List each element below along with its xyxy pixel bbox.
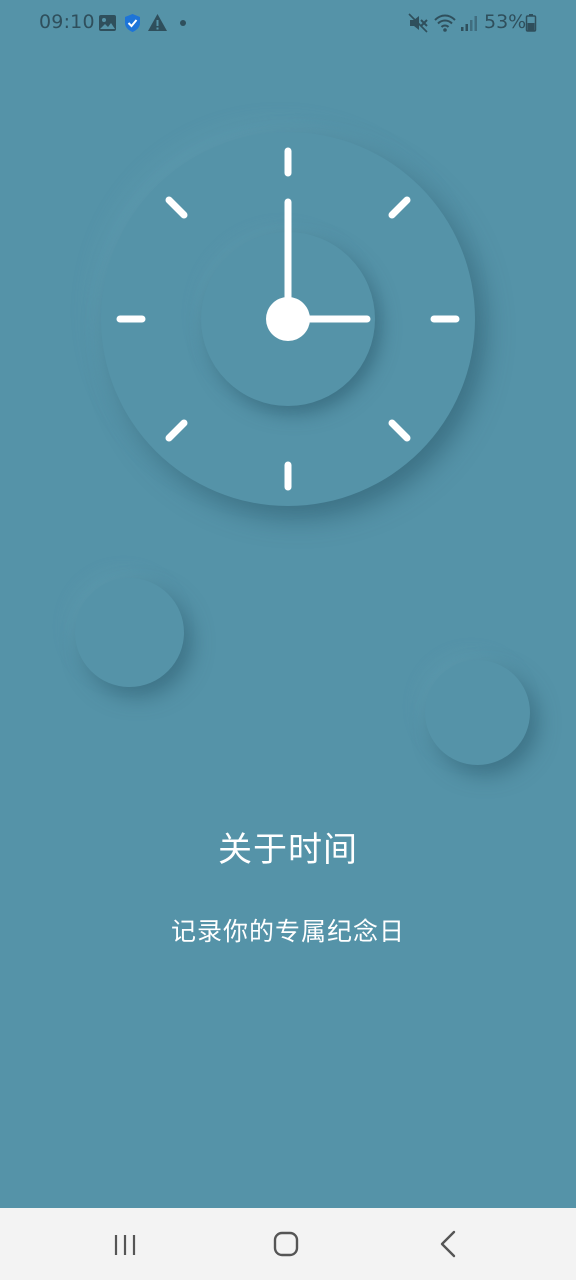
battery-percentage: 53% — [484, 11, 527, 33]
signal-icon — [461, 16, 477, 31]
app-screen: 09:10 53% 关于时间 记录你的专属纪念日 — [0, 0, 576, 1208]
page-subtitle: 记录你的专属纪念日 — [170, 917, 405, 946]
page-title: 关于时间 — [218, 830, 358, 870]
battery-icon — [525, 14, 537, 32]
tick-1-30 — [388, 196, 411, 219]
clock-center-pin — [266, 297, 310, 341]
recent-apps-icon — [114, 1235, 136, 1255]
back-button[interactable] — [420, 1222, 476, 1266]
tick-4-30 — [388, 419, 411, 442]
mute-icon — [408, 13, 428, 33]
clock-graphic — [116, 147, 460, 491]
gallery-icon — [99, 15, 116, 31]
dot-icon — [180, 20, 186, 26]
tick-10-30 — [165, 196, 188, 219]
status-bar: 09:10 53% — [0, 0, 576, 48]
home-icon — [273, 1231, 299, 1257]
shield-check-icon — [125, 14, 140, 32]
wifi-icon — [434, 14, 456, 32]
tick-7-30 — [165, 419, 188, 442]
status-time: 09:10 — [39, 11, 95, 33]
warning-icon — [148, 14, 167, 31]
decorative-bubble-left — [75, 578, 184, 687]
navigation-bar — [0, 1208, 576, 1280]
recent-apps-button[interactable] — [97, 1222, 153, 1266]
back-icon — [440, 1230, 456, 1258]
home-button[interactable] — [258, 1222, 314, 1266]
decorative-bubble-right — [425, 660, 530, 765]
